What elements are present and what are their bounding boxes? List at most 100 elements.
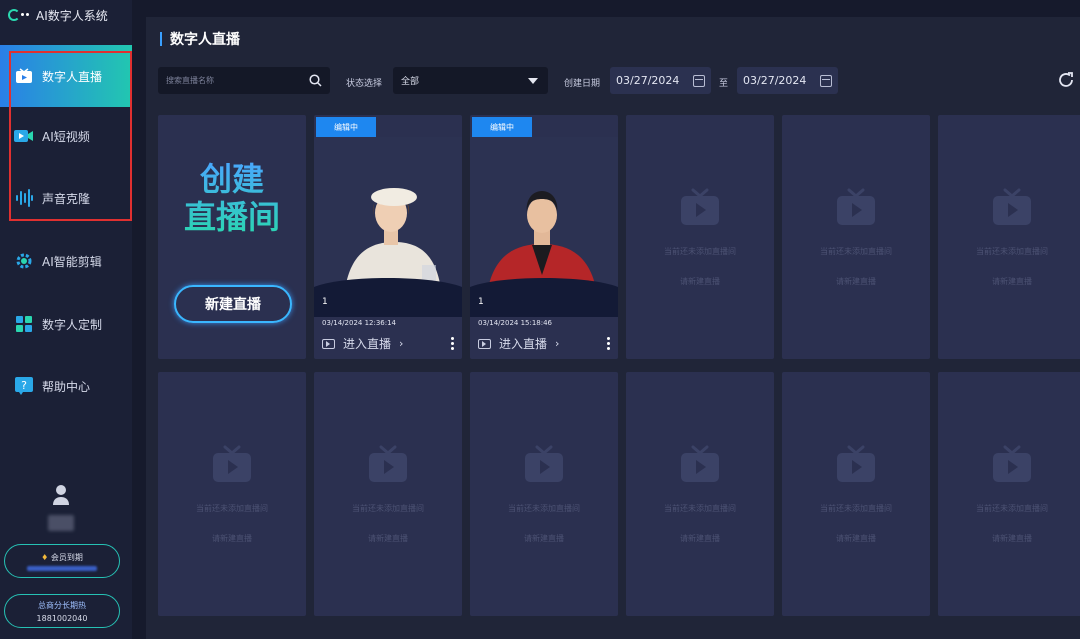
status-badge: 编辑中: [472, 117, 532, 137]
app-logo: AI数字人系统: [8, 6, 108, 24]
empty-tv-icon: [525, 445, 563, 482]
sidebar-item-voice-clone[interactable]: 声音克隆: [0, 167, 132, 229]
empty-live-slot: 当前还未添加直播间 请新建直播: [470, 372, 618, 616]
empty-tv-icon: [837, 188, 875, 225]
new-live-button[interactable]: 新建直播: [174, 285, 292, 323]
status-badge: 编辑中: [316, 117, 376, 137]
create-title-line2: 直播间: [183, 198, 280, 236]
empty-slot-hint: 请新建直播: [524, 534, 564, 543]
app-title: AI数字人系统: [36, 8, 108, 23]
puzzle-icon: [14, 314, 34, 334]
calendar-icon[interactable]: [693, 74, 705, 87]
live-room-card[interactable]: 编辑中 1 03/14/2024 15:18:46 进入直播 ›: [470, 115, 618, 359]
start-date-value: 03/27/2024: [616, 74, 680, 87]
empty-slot-hint: 请新建直播: [992, 534, 1032, 543]
contact-button[interactable]: 总商分长期热 1881002040: [4, 594, 120, 628]
empty-slot-message: 当前还未添加直播间: [664, 504, 736, 513]
crown-icon: ♦: [41, 552, 49, 562]
live-room-number: 1: [478, 297, 484, 307]
sidebar: AI数字人系统 数字人直播 AI短视频 声音克隆 AI智能剪辑 数字人定制 ?: [0, 0, 132, 639]
male-presenter-image: [470, 137, 618, 317]
tv-icon: [322, 338, 335, 349]
empty-tv-icon: [993, 188, 1031, 225]
empty-tv-icon: [681, 445, 719, 482]
empty-slot-message: 当前还未添加直播间: [976, 504, 1048, 513]
empty-slot-message: 当前还未添加直播间: [820, 247, 892, 256]
status-select[interactable]: 全部: [393, 67, 548, 94]
sound-wave-icon: [14, 188, 34, 208]
logo-icon: [8, 8, 30, 22]
sidebar-item-label: 数字人定制: [42, 317, 103, 332]
empty-live-slot: 当前还未添加直播间 请新建直播: [314, 372, 462, 616]
empty-slot-message: 当前还未添加直播间: [196, 504, 268, 513]
chevron-right-icon: ›: [399, 337, 404, 350]
status-select-value: 全部: [401, 77, 420, 87]
sidebar-item-digital-human-live[interactable]: 数字人直播: [0, 45, 132, 107]
empty-slot-hint: 请新建直播: [212, 534, 252, 543]
create-title-line1: 创建: [199, 160, 264, 198]
empty-live-slot: 当前还未添加直播间 请新建直播: [782, 372, 930, 616]
sidebar-item-ai-smart-edit[interactable]: AI智能剪辑: [0, 230, 132, 292]
search-input[interactable]: 搜索直播名称: [158, 67, 330, 94]
start-date-input[interactable]: 03/27/2024: [610, 67, 711, 94]
membership-button[interactable]: ♦ 会员到期: [4, 544, 120, 578]
empty-slot-hint: 请新建直播: [836, 534, 876, 543]
empty-slot-message: 当前还未添加直播间: [508, 504, 580, 513]
sidebar-item-help-center[interactable]: ? 帮助中心: [0, 355, 132, 417]
date-separator: 至: [719, 79, 729, 89]
membership-label: ♦ 会员到期: [41, 552, 83, 563]
empty-live-slot: 当前还未添加直播间 请新建直播: [626, 115, 774, 359]
more-options-icon[interactable]: [607, 337, 610, 350]
dropdown-arrow-icon: [528, 77, 538, 84]
svg-text:?: ?: [21, 379, 27, 392]
empty-slot-hint: 请新建直播: [992, 277, 1032, 286]
more-options-icon[interactable]: [451, 337, 454, 350]
sidebar-item-label: AI智能剪辑: [42, 254, 102, 269]
live-thumbnail: [314, 137, 462, 317]
end-date-input[interactable]: 03/27/2024: [737, 67, 838, 94]
empty-tv-icon: [993, 445, 1031, 482]
live-thumbnail: [470, 137, 618, 317]
enter-live-link[interactable]: 进入直播 ›: [470, 328, 618, 359]
refresh-icon[interactable]: [1057, 71, 1075, 89]
empty-tv-icon: [369, 445, 407, 482]
calendar-icon[interactable]: [820, 74, 832, 87]
live-room-time: 03/14/2024 12:36:14: [322, 319, 397, 327]
live-room-number: 1: [322, 297, 328, 307]
live-room-card[interactable]: 编辑中 1 03/14/2024 12:36:14 进入直播 ›: [314, 115, 462, 359]
search-icon[interactable]: [309, 74, 322, 87]
title-accent-bar: [160, 32, 162, 46]
sidebar-item-digital-human-custom[interactable]: 数字人定制: [0, 293, 132, 355]
enter-live-label: 进入直播: [499, 337, 548, 351]
empty-slot-message: 当前还未添加直播间: [976, 247, 1048, 256]
user-avatar-icon[interactable]: [52, 484, 70, 506]
video-camera-icon: [14, 126, 34, 146]
empty-slot-message: 当前还未添加直播间: [352, 504, 424, 513]
female-presenter-image: [314, 137, 462, 317]
contact-line1: 总商分长期热: [38, 600, 86, 610]
sidebar-item-label: 数字人直播: [42, 69, 103, 84]
membership-text: 会员到期: [50, 552, 83, 562]
empty-tv-icon: [837, 445, 875, 482]
empty-live-slot: 当前还未添加直播间 请新建直播: [626, 372, 774, 616]
user-name-blurred: [48, 515, 74, 531]
membership-date-blurred: [27, 565, 97, 571]
chevron-right-icon: ›: [555, 337, 560, 350]
create-live-card[interactable]: 创建 直播间 新建直播: [158, 115, 306, 359]
empty-slot-message: 当前还未添加直播间: [820, 504, 892, 513]
search-placeholder: 搜索直播名称: [166, 76, 214, 85]
empty-tv-icon: [213, 445, 251, 482]
empty-live-slot: 当前还未添加直播间 请新建直播: [938, 372, 1080, 616]
empty-slot-message: 当前还未添加直播间: [664, 247, 736, 256]
enter-live-link[interactable]: 进入直播 ›: [314, 328, 462, 359]
main-panel: 数字人直播 搜索直播名称 状态选择 全部 创建日期 03/27/2024 至 0…: [146, 17, 1080, 639]
empty-slot-hint: 请新建直播: [680, 534, 720, 543]
sidebar-item-label: 声音克隆: [42, 191, 91, 206]
end-date-value: 03/27/2024: [743, 74, 807, 87]
gear-icon: [14, 251, 34, 271]
sidebar-item-ai-short-video[interactable]: AI短视频: [0, 105, 132, 167]
enter-live-label: 进入直播: [343, 337, 392, 351]
live-room-time: 03/14/2024 15:18:46: [478, 319, 553, 327]
page-title-text: 数字人直播: [170, 32, 240, 48]
sidebar-item-label: 帮助中心: [42, 379, 91, 394]
